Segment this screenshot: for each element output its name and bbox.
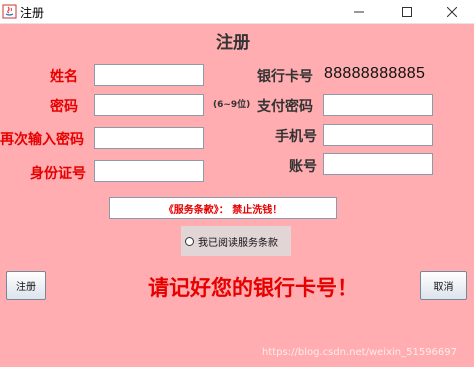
password-input[interactable] (94, 94, 204, 116)
name-input[interactable] (94, 64, 204, 86)
pay-password-label: 支付密码 (257, 99, 313, 115)
name-label: 姓名 (50, 69, 78, 85)
id-number-input[interactable] (94, 160, 204, 182)
phone-input[interactable] (323, 124, 433, 146)
bank-card-label: 银行卡号 (257, 69, 313, 85)
radio-button-icon[interactable] (185, 236, 194, 246)
cancel-button[interactable]: 取消 (420, 271, 467, 300)
account-label: 账号 (289, 159, 317, 175)
maximize-button[interactable] (384, 0, 430, 24)
pay-password-input[interactable] (323, 94, 433, 116)
form-title: 注册 (216, 33, 250, 53)
close-button[interactable] (429, 0, 474, 24)
password-label: 密码 (50, 99, 78, 115)
phone-label: 手机号 (275, 129, 317, 145)
register-button[interactable]: 注册 (6, 271, 46, 300)
confirm-password-label: 再次输入密码 (0, 132, 84, 148)
minimize-icon (354, 11, 364, 13)
close-icon (447, 7, 457, 17)
account-input[interactable] (323, 153, 433, 175)
agree-terms-label: 我已阅读服务条款 (198, 237, 278, 249)
maximize-icon (402, 7, 412, 17)
card-reminder-text: 请记好您的银行卡号！ (148, 275, 358, 300)
window-titlebar: 注册 (0, 0, 474, 24)
password-hint: (6~9位) (213, 100, 251, 110)
id-number-label: 身份证号 (30, 166, 86, 182)
agree-terms-radio[interactable]: 我已阅读服务条款 (181, 226, 291, 256)
watermark: https://blog.csdn.net/weixin_51596697 (262, 347, 458, 358)
registration-panel: 注册 姓名 密码 (6~9位) 再次输入密码 身份证号 银行卡号 8888888… (0, 24, 474, 367)
terms-box: 《服务条款》： 禁止洗钱！ (109, 197, 337, 219)
minimize-button[interactable] (336, 0, 382, 24)
bank-card-number: 88888888885 (324, 65, 426, 82)
window-title: 注册 (20, 6, 45, 20)
java-app-icon (2, 4, 17, 19)
confirm-password-input[interactable] (94, 127, 204, 149)
